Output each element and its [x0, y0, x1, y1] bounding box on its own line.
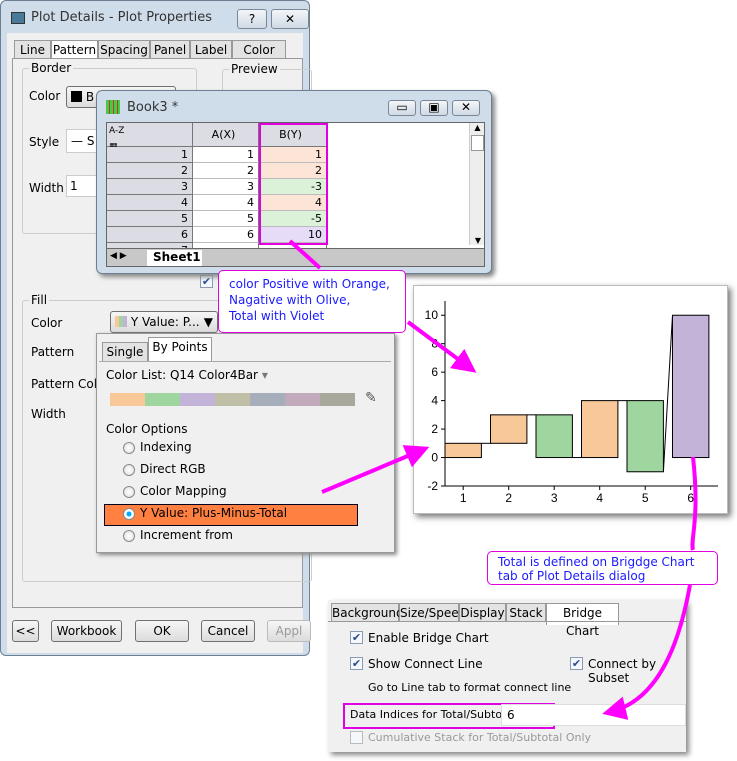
tab-panel[interactable]: Panel: [150, 40, 190, 59]
x-tick-label: 5: [642, 491, 649, 505]
close-button[interactable]: ✕: [271, 9, 309, 29]
workbook-icon: [106, 100, 120, 114]
fill-color-dropdown[interactable]: Y Value: P... ▼: [110, 311, 218, 333]
enable-bridge-checkbox[interactable]: ✔: [350, 631, 363, 644]
cell-a[interactable]: 5: [193, 211, 259, 227]
graph-window: -2 0 2 4 6 8 10 1 2 3 4 5 6: [413, 285, 728, 514]
cell-a[interactable]: 6: [193, 227, 259, 243]
row-header[interactable]: 3: [107, 179, 193, 195]
color-swatch: [320, 393, 355, 406]
app-icon: [11, 12, 25, 24]
edit-pencil-icon[interactable]: ✎: [365, 390, 377, 406]
tab-by-points[interactable]: By Points: [148, 337, 212, 361]
column-header-a[interactable]: A(X): [193, 123, 259, 147]
bar: [490, 414, 528, 444]
workbook-button[interactable]: Workbook: [51, 620, 122, 642]
tab-stack[interactable]: Stack: [506, 603, 546, 622]
cancel-button[interactable]: Cancel: [201, 620, 255, 642]
cell-a[interactable]: 4: [193, 195, 259, 211]
row-header[interactable]: 5: [107, 211, 193, 227]
bridge-chart-panel: Background Size/Speed Display Stack Bridge C…: [328, 600, 686, 752]
color-list-icon: [115, 316, 127, 327]
tab-single[interactable]: Single: [102, 342, 148, 361]
y-tick-label: 4: [431, 394, 438, 408]
bar: [535, 414, 573, 459]
bridge-chart: -202468101 2 3 4 5 6: [425, 301, 718, 505]
minimize-button[interactable]: ▭: [388, 100, 416, 116]
radio-option[interactable]: [123, 442, 135, 454]
color-swatch: [145, 393, 180, 406]
column-b-highlight: [259, 123, 328, 245]
connect-line: [662, 315, 673, 472]
y-tick-label: 8: [431, 337, 438, 351]
y-tick-label: 2: [431, 422, 438, 436]
vertical-scrollbar[interactable]: ▲ ▼: [469, 123, 484, 245]
cell-a[interactable]: 3: [193, 179, 259, 195]
chevron-down-icon: ▾: [261, 368, 268, 382]
cell-a[interactable]: 2: [193, 163, 259, 179]
dialog-title: Plot Details - Plot Properties: [31, 10, 212, 25]
x-tick-label: 1: [460, 491, 467, 505]
cell-a[interactable]: 1: [193, 147, 259, 163]
callout-colors: color Positive with Orange, Nagative with…: [218, 270, 406, 333]
color-swatch-icon: [71, 91, 82, 102]
preview-checkbox[interactable]: ✔: [200, 275, 213, 288]
radio-option[interactable]: [123, 530, 135, 542]
row-header[interactable]: 4: [107, 195, 193, 211]
bar: [444, 442, 482, 459]
row-header[interactable]: 6: [107, 227, 193, 243]
tab-spacing[interactable]: Spacing: [98, 40, 150, 59]
cumulative-stack-checkbox[interactable]: [350, 731, 363, 744]
color-popup: Single By Points Color List: Q14 Color4B…: [96, 333, 395, 553]
row-header[interactable]: 1: [107, 147, 193, 163]
collapse-button[interactable]: <<: [12, 620, 39, 642]
tab-color-list[interactable]: Color List: [232, 40, 286, 75]
color-swatch: [110, 393, 145, 406]
x-tick-label: 4: [596, 491, 603, 505]
row-header[interactable]: 2: [107, 163, 193, 179]
tab-line[interactable]: Line: [14, 40, 51, 59]
tab-background[interactable]: Background: [331, 603, 404, 622]
color-swatch: [180, 393, 215, 406]
y-tick-label: 0: [431, 451, 438, 465]
close-button[interactable]: ✕: [452, 100, 480, 116]
worksheet-grid: A-Z▦ A(X) B(Y) 11122233-344455-566107 ▲▼…: [106, 122, 485, 267]
bar: [626, 400, 664, 473]
y-tick-label: 10: [425, 308, 439, 322]
show-connect-line-checkbox[interactable]: ✔: [350, 657, 363, 670]
tab-size-speed[interactable]: Size/Speed: [399, 603, 466, 622]
y-tick-label: 6: [431, 365, 438, 379]
bar: [672, 314, 710, 459]
maximize-button[interactable]: ▣: [420, 100, 448, 116]
bar: [581, 400, 619, 459]
connect-by-subset-checkbox[interactable]: ✔: [570, 657, 583, 670]
sheet-tab-sheet1[interactable]: Sheet1: [147, 250, 202, 266]
x-tick-label: 2: [505, 491, 512, 505]
book3-window: Book3 * ▭ ▣ ✕ A-Z▦ A(X) B(Y) 11122233-34…: [96, 90, 492, 274]
radio-option[interactable]: [123, 464, 135, 476]
radio-option[interactable]: [123, 508, 135, 520]
sheet-tab-bar: ◀ ▶ Sheet1: [107, 248, 484, 266]
callout-total: Total is defined on Brigdge Chart tab of …: [487, 551, 718, 585]
color-swatch: [215, 393, 250, 406]
color-list-swatches: [110, 393, 355, 406]
scroll-left-icon[interactable]: ◀ ▶: [110, 251, 127, 261]
tab-label[interactable]: Label: [190, 40, 232, 59]
tab-display[interactable]: Display: [459, 603, 506, 622]
apply-button[interactable]: Appl: [267, 620, 311, 642]
ok-button[interactable]: OK: [135, 620, 189, 642]
color-swatch: [250, 393, 285, 406]
chevron-down-icon: ▼: [203, 315, 213, 329]
color-swatch: [285, 393, 320, 406]
x-tick-label: 3: [551, 491, 558, 505]
radio-option[interactable]: [123, 486, 135, 498]
data-indices-input[interactable]: 6: [501, 704, 686, 726]
sort-icon[interactable]: A-Z▦: [107, 123, 193, 152]
help-button[interactable]: ?: [237, 9, 267, 29]
y-tick-label: -2: [427, 479, 438, 493]
x-tick-label: 6: [687, 491, 694, 505]
color-list-dropdown[interactable]: Color List: Q14 Color4Bar ▾: [106, 368, 268, 382]
